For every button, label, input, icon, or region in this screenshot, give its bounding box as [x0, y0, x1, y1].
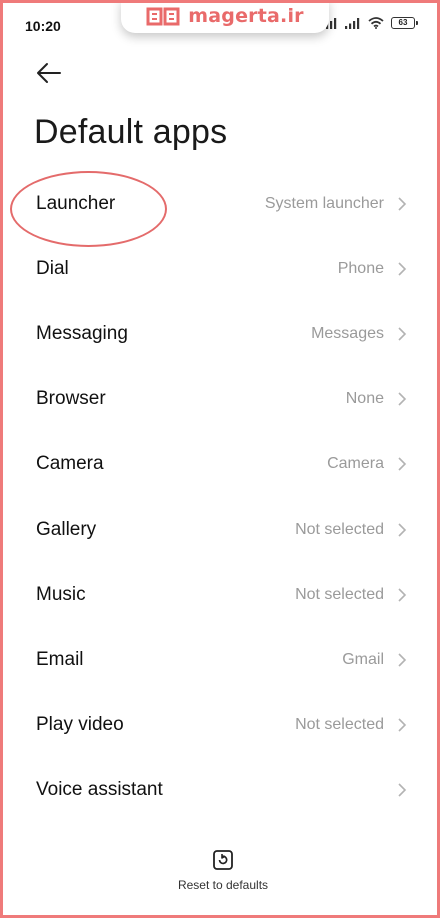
item-value: Phone [337, 259, 384, 277]
default-apps-list: Launcher System launcher Dial Phone Mess… [3, 171, 437, 823]
watermark: magerta.ir [121, 3, 329, 33]
status-time: 10:20 [25, 18, 61, 34]
item-label: Email [36, 648, 84, 670]
wifi-icon [368, 17, 384, 29]
status-icons: 63 [322, 17, 418, 29]
chevron-right-icon [398, 392, 407, 406]
item-label: Gallery [36, 518, 97, 540]
signal-icon [345, 18, 360, 29]
chevron-right-icon [398, 262, 407, 276]
list-item-music[interactable]: Music Not selected [3, 562, 437, 627]
item-label: Camera [36, 453, 104, 475]
item-value: Not selected [295, 716, 384, 734]
page-title: Default apps [34, 113, 228, 151]
item-label: Messaging [36, 322, 128, 344]
list-item-browser[interactable]: Browser None [3, 367, 437, 432]
chevron-right-icon [398, 197, 407, 211]
chevron-right-icon [398, 783, 407, 797]
list-item-play-video[interactable]: Play video Not selected [3, 693, 437, 758]
reset-to-defaults-button[interactable]: Reset to defaults [153, 849, 293, 901]
list-item-gallery[interactable]: Gallery Not selected [3, 497, 437, 562]
list-item-messaging[interactable]: Messaging Messages [3, 301, 437, 366]
book-logo-icon [146, 7, 180, 26]
item-value: Not selected [295, 585, 384, 603]
item-label: Launcher [36, 192, 116, 214]
list-item-voice-assistant[interactable]: Voice assistant [3, 758, 437, 823]
item-value: Messages [311, 324, 384, 342]
chevron-right-icon [398, 457, 407, 471]
item-label: Music [36, 583, 86, 605]
watermark-text: magerta.ir [188, 5, 304, 27]
chevron-right-icon [398, 522, 407, 537]
item-label: Voice assistant [36, 779, 163, 801]
item-label: Browser [36, 388, 106, 410]
reset-label: Reset to defaults [177, 878, 269, 892]
battery-icon: 63 [391, 17, 418, 29]
item-value: Camera [327, 455, 384, 473]
chevron-right-icon [398, 588, 407, 602]
back-button[interactable] [36, 61, 66, 87]
chevron-right-icon [398, 718, 407, 732]
item-value: System launcher [264, 194, 384, 212]
list-item-dial[interactable]: Dial Phone [3, 236, 437, 301]
chevron-right-icon [398, 327, 407, 341]
item-value: Not selected [295, 520, 384, 538]
item-value: None [345, 390, 384, 408]
list-item-email[interactable]: Email Gmail [3, 627, 437, 692]
list-item-launcher[interactable]: Launcher System launcher [3, 171, 437, 236]
list-item-camera[interactable]: Camera Camera [3, 432, 437, 497]
reset-icon [213, 850, 233, 870]
back-arrow-icon [37, 63, 61, 83]
item-label: Dial [36, 257, 69, 279]
item-label: Play video [36, 714, 124, 736]
chevron-right-icon [398, 653, 407, 667]
item-value: Gmail [342, 650, 384, 668]
screen-frame: 10:20 63 magerta.ir Default apps Launche… [0, 0, 440, 918]
